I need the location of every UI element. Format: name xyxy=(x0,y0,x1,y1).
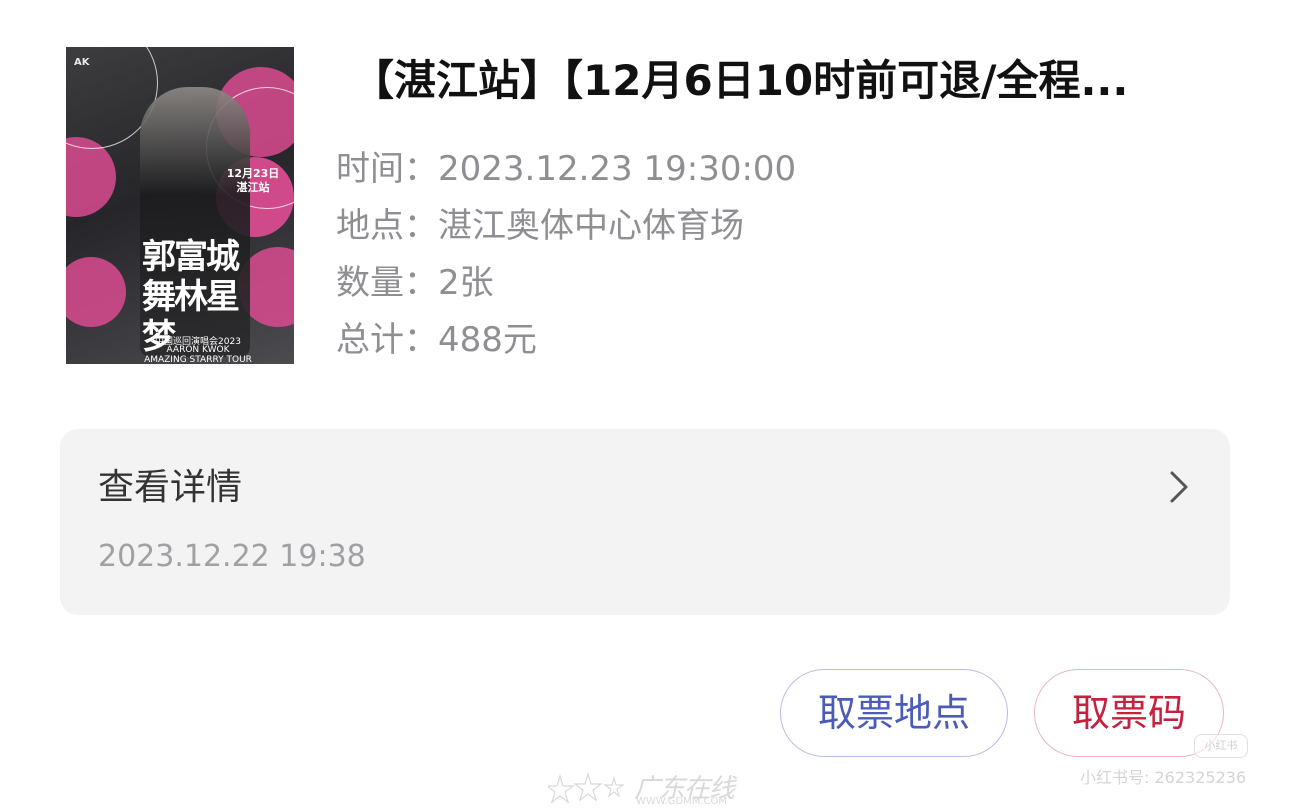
event-title[interactable]: 【湛江站】【12月6日10时前可退/全程... xyxy=(352,52,1212,110)
view-details-label: 查看详情 xyxy=(98,467,243,508)
platform-badge: 小红书 xyxy=(1194,734,1248,758)
info-value: 湛江奥体中心体育场 xyxy=(438,206,744,246)
details-timestamp: 2023.12.22 19:38 xyxy=(98,539,366,574)
view-details-panel[interactable]: 查看详情 2023.12.22 19:38 xyxy=(60,429,1230,615)
info-value: 488元 xyxy=(438,320,537,360)
star-logo-icon xyxy=(548,772,625,804)
platform-id-watermark: 小红书号: 262325236 xyxy=(1080,768,1247,787)
poster-date: 12月23日 湛江站 xyxy=(218,167,288,195)
chevron-right-icon xyxy=(1170,471,1188,503)
poster-logo: AK xyxy=(74,57,90,68)
poster-tour-english: AMAZING STARRY TOUR xyxy=(144,355,252,364)
event-poster[interactable]: AK 12月23日 湛江站 郭富城舞林星梦 中国巡回演唱会2023 AARON … xyxy=(66,47,294,364)
info-row-quantity: 数量：2张 xyxy=(336,261,494,305)
ticket-order-card: AK 12月23日 湛江站 郭富城舞林星梦 中国巡回演唱会2023 AARON … xyxy=(0,0,1290,812)
info-label: 总计： xyxy=(336,320,438,360)
info-label: 数量： xyxy=(336,263,438,303)
poster-tour-name: AARON KWOK AMAZING STARRY TOUR xyxy=(128,345,268,364)
info-row-venue: 地点：湛江奥体中心体育场 xyxy=(336,204,744,248)
poster-decoration xyxy=(66,257,126,327)
info-label: 地点： xyxy=(336,206,438,246)
poster-artist-name: AARON KWOK xyxy=(166,345,230,355)
watermark-url: WWW.GDMM.COM xyxy=(636,796,728,807)
info-value: 2023.12.23 19:30:00 xyxy=(438,149,797,189)
info-value: 2张 xyxy=(438,263,494,303)
poster-station-line: 湛江站 xyxy=(236,181,270,194)
info-label: 时间： xyxy=(336,149,438,189)
poster-date-line: 12月23日 xyxy=(226,167,280,180)
pickup-location-button[interactable]: 取票地点 xyxy=(780,669,1008,757)
site-watermark: 广东在线 WWW.GDMM.COM xyxy=(548,768,748,808)
info-row-total: 总计：488元 xyxy=(336,318,537,362)
info-row-time: 时间：2023.12.23 19:30:00 xyxy=(336,147,796,191)
poster-decoration xyxy=(66,137,116,217)
